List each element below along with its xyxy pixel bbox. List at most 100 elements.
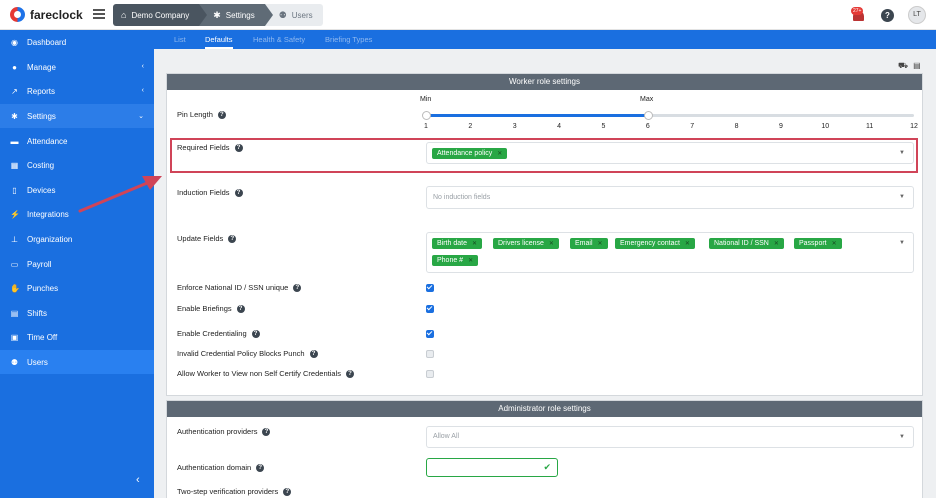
user-icon: ● <box>12 62 17 72</box>
sidebar-item-label: Organization <box>27 234 73 244</box>
breadcrumb-company[interactable]: ⌂ Demo Company <box>113 4 208 26</box>
update-fields-label: Update Fields? <box>177 234 237 243</box>
sidebar-item-label: Attendance <box>27 136 68 146</box>
help-icon[interactable]: ? <box>234 188 243 197</box>
sidebar-item-punches[interactable]: ✋ Punches <box>0 276 154 300</box>
auth-providers-label: Authentication providers? <box>177 427 271 436</box>
auth-providers-select[interactable]: Allow All ▼ <box>426 426 914 448</box>
slider-tick-label: 11 <box>865 123 874 130</box>
help-icon[interactable]: ? <box>283 487 292 496</box>
sidebar-item-settings[interactable]: ✱ Settings ⌄ <box>0 104 154 128</box>
sidebar-item-shifts[interactable]: ▤ Shifts <box>0 301 154 325</box>
sidebar-item-label: Devices <box>27 185 56 195</box>
required-fields-highlight <box>170 138 918 173</box>
chip-drivers-license: Drivers license ✕ <box>493 238 559 249</box>
remove-chip-icon[interactable]: ✕ <box>549 241 554 247</box>
help-icon[interactable]: ? <box>236 304 245 313</box>
induction-fields-label: Induction Fields? <box>177 188 243 197</box>
tab-list[interactable]: List <box>174 30 186 49</box>
slider-tick-label: 4 <box>557 123 562 130</box>
sidebar-item-costing[interactable]: ▦ Costing <box>0 153 154 177</box>
induction-fields-select[interactable]: No induction fields ▼ <box>426 186 914 209</box>
avatar[interactable]: LT <box>908 6 926 24</box>
chevron-icon: ‹ <box>141 63 144 70</box>
sidebar-item-manage[interactable]: ● Manage ‹ <box>0 55 154 79</box>
dropdown-caret-icon[interactable]: ▼ <box>899 240 905 246</box>
gear-icon: ✱ <box>11 111 18 121</box>
gear-icon: ✱ <box>213 9 221 20</box>
help-icon[interactable]: ? <box>217 110 226 119</box>
slider-min-handle[interactable] <box>422 111 431 120</box>
sidebar-item-attendance[interactable]: ▬ Attendance <box>0 129 154 153</box>
auth-domain-input[interactable]: ✔ <box>426 458 558 477</box>
help-icon[interactable]: ? <box>262 427 271 436</box>
breadcrumb-settings[interactable]: ✱ Settings <box>199 4 274 26</box>
truck-icon[interactable]: ⛟ <box>898 61 908 71</box>
sidebar-item-label: Costing <box>27 160 55 170</box>
induction-placeholder: No induction fields <box>433 194 491 201</box>
users-icon: ⚉ <box>278 9 287 20</box>
sidebar-item-integrations[interactable]: ⚡ Integrations <box>0 202 154 226</box>
sidebar-item-payroll[interactable]: ▭ Payroll <box>0 252 154 276</box>
checkbox-label: Invalid Credential Policy Blocks Punch? <box>177 349 318 358</box>
update-fields-select[interactable]: Birth date ✕ Drivers license ✕ Email ✕ Emer… <box>426 232 914 273</box>
sidebar-item-users[interactable]: ⚉ Users <box>0 350 154 374</box>
remove-chip-icon[interactable]: ✕ <box>598 241 603 247</box>
remove-chip-icon[interactable]: ✕ <box>685 241 690 247</box>
help-icon[interactable]: ? <box>881 8 894 22</box>
sidebar-item-organization[interactable]: ⊥ Organization <box>0 227 154 251</box>
allow-view-credentials-checkbox[interactable] <box>426 370 434 378</box>
chart-icon: ↗ <box>11 86 18 96</box>
notifications-button[interactable]: 27+ <box>851 7 867 23</box>
checkbox-label: Enable Credentialing? <box>177 329 260 338</box>
pin-length-slider[interactable] <box>422 111 914 120</box>
tab-health-safety[interactable]: Health & Safety <box>253 30 305 49</box>
sidebar-item-reports[interactable]: ↗ Reports ‹ <box>0 79 154 103</box>
menu-toggle-icon[interactable] <box>93 9 105 19</box>
top-bar: fareclock ⌂ Demo Company ✱ Settings ⚉ Users… <box>0 0 936 30</box>
remove-chip-icon[interactable]: ✕ <box>468 258 473 264</box>
sidebar-item-label: Payroll <box>27 259 52 269</box>
tab-briefing-types[interactable]: Briefing Types <box>325 30 372 49</box>
help-icon[interactable]: ? <box>228 234 237 243</box>
collapse-sidebar-icon[interactable]: ‹ <box>136 474 140 486</box>
sidebar-item-dashboard[interactable]: ◉ Dashboard <box>0 30 154 54</box>
help-icon[interactable]: ? <box>256 463 265 472</box>
invalid-credential-blocks-punch-checkbox[interactable] <box>426 350 434 358</box>
users-icon: ⚉ <box>10 357 19 367</box>
id-card-icon[interactable]: ▤ <box>913 61 921 71</box>
app-logo[interactable]: fareclock <box>10 7 83 22</box>
enable-briefings-checkbox[interactable] <box>426 305 434 313</box>
calendar-icon: ▤ <box>10 308 19 318</box>
sidebar-item-time-off[interactable]: ▣ Time Off <box>0 325 154 349</box>
remove-chip-icon[interactable]: ✕ <box>832 241 837 247</box>
remove-chip-icon[interactable]: ✕ <box>774 241 779 247</box>
sidebar-item-label: Punches <box>27 283 59 293</box>
auth-providers-value: Allow All <box>433 433 460 440</box>
tab-defaults[interactable]: Defaults <box>205 30 233 49</box>
help-icon[interactable]: ? <box>251 329 260 338</box>
tab-bar: List Defaults Health & Safety Briefing T… <box>154 30 936 49</box>
dropdown-caret-icon[interactable]: ▼ <box>899 434 905 440</box>
enforce-ssn-unique-checkbox[interactable] <box>426 284 434 292</box>
slider-max-handle[interactable] <box>643 111 653 120</box>
sidebar-item-label: Users <box>27 357 48 367</box>
bed-icon: ▬ <box>10 136 19 146</box>
sidebar-item-label: Reports <box>27 86 56 96</box>
dropdown-caret-icon[interactable]: ▼ <box>899 194 905 200</box>
slider-tick-label: 8 <box>734 123 739 130</box>
checkbox-label: Enforce National ID / SSN unique? <box>177 283 302 292</box>
home-icon: ⌂ <box>121 10 127 20</box>
chevron-icon: ⌄ <box>138 113 144 120</box>
slider-max-label: Max <box>640 96 654 103</box>
breadcrumb: ⌂ Demo Company ✱ Settings ⚉ Users <box>113 4 323 26</box>
sidebar-item-devices[interactable]: ▯ Devices <box>0 178 154 202</box>
app-name: fareclock <box>30 7 83 22</box>
chip-passport: Passport ✕ <box>794 238 842 249</box>
remove-chip-icon[interactable]: ✕ <box>472 241 477 247</box>
help-icon[interactable]: ? <box>293 283 302 292</box>
enable-credentialing-checkbox[interactable] <box>426 330 434 338</box>
hand-icon: ✋ <box>10 283 20 293</box>
help-icon[interactable]: ? <box>345 369 354 378</box>
help-icon[interactable]: ? <box>309 349 318 358</box>
